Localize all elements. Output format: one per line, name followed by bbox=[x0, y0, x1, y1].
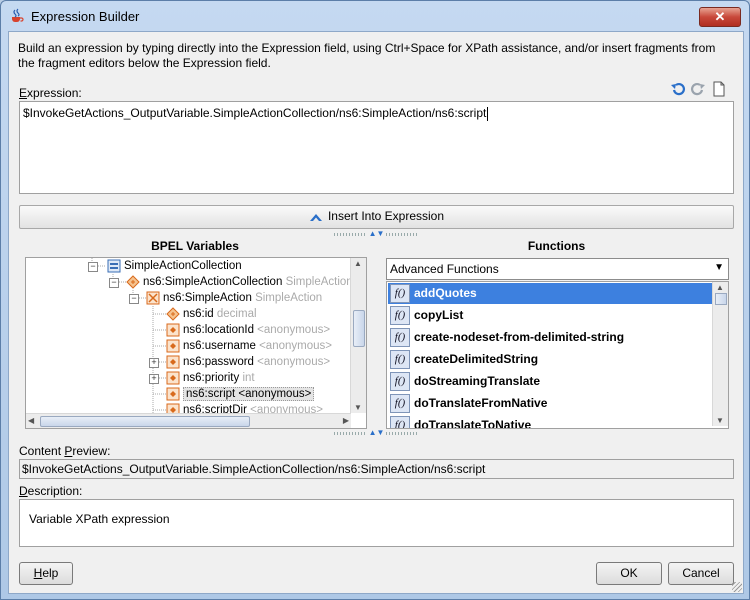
expression-field[interactable]: $InvokeGetActions_OutputVariable.SimpleA… bbox=[19, 101, 734, 194]
undo-icon[interactable] bbox=[670, 81, 686, 97]
attribute-icon bbox=[166, 355, 180, 369]
description-field: Variable XPath expression bbox=[19, 499, 734, 547]
function-icon: f() bbox=[390, 284, 410, 303]
variable-icon bbox=[107, 259, 121, 273]
scroll-up-icon[interactable]: ▲ bbox=[354, 259, 362, 268]
list-item[interactable]: f() doTranslateToNative bbox=[388, 415, 712, 428]
function-icon: f() bbox=[390, 394, 410, 413]
ok-button[interactable]: OK bbox=[596, 562, 662, 585]
chevron-down-icon: ▼ bbox=[714, 262, 724, 273]
close-icon: ✕ bbox=[714, 9, 726, 24]
title-bar[interactable]: Expression Builder ✕ bbox=[1, 1, 749, 31]
tree-node[interactable]: ns6:id decimal bbox=[166, 306, 257, 322]
top-splitter[interactable]: ▲▼ bbox=[334, 230, 419, 238]
tree-node[interactable]: ns6:priority int bbox=[166, 370, 255, 386]
scroll-right-icon[interactable]: ▶ bbox=[343, 416, 349, 425]
element-icon bbox=[166, 307, 180, 321]
tree-node[interactable]: ns6:password <anonymous> bbox=[166, 354, 330, 370]
help-button[interactable]: Help bbox=[19, 562, 73, 585]
insert-into-expression-button[interactable]: Insert Into Expression bbox=[19, 205, 734, 229]
scroll-thumb[interactable] bbox=[353, 310, 365, 347]
scroll-down-icon[interactable]: ▼ bbox=[354, 403, 362, 412]
functions-scrollbar[interactable]: ▲ ▼ bbox=[712, 282, 728, 426]
redo-icon[interactable] bbox=[690, 81, 706, 97]
list-item[interactable]: f() doTranslateFromNative bbox=[388, 393, 712, 414]
resize-grip[interactable] bbox=[732, 582, 742, 592]
list-item-selected[interactable]: f() addQuotes bbox=[388, 283, 712, 304]
list-item[interactable]: f() create-nodeset-from-delimited-string bbox=[388, 327, 712, 348]
tree-node[interactable]: ns6:SimpleAction SimpleAction bbox=[146, 290, 322, 306]
function-icon: f() bbox=[390, 416, 410, 428]
tree-horizontal-scrollbar[interactable]: ◀ ▶ bbox=[26, 413, 351, 428]
cancel-button[interactable]: Cancel bbox=[668, 562, 734, 585]
clear-document-icon[interactable] bbox=[711, 81, 727, 97]
tree-collapse-toggle[interactable]: − bbox=[88, 262, 98, 272]
attribute-icon bbox=[166, 323, 180, 337]
function-icon: f() bbox=[390, 328, 410, 347]
bpel-variables-title: BPEL Variables bbox=[151, 239, 239, 253]
element-icon bbox=[126, 275, 140, 289]
scroll-thumb[interactable] bbox=[715, 293, 727, 305]
tree-node[interactable]: ns6:locationId <anonymous> bbox=[166, 322, 330, 338]
list-item[interactable]: f() createDelimitedString bbox=[388, 349, 712, 370]
tree-collapse-toggle[interactable]: − bbox=[129, 294, 139, 304]
java-cup-icon bbox=[12, 8, 24, 22]
description-label: Description: bbox=[19, 484, 83, 498]
scroll-up-icon[interactable]: ▲ bbox=[716, 283, 724, 292]
expression-label: Expression: bbox=[19, 86, 82, 100]
tree-expand-toggle[interactable]: + bbox=[149, 374, 159, 384]
dialog-body: Build an expression by typing directly i… bbox=[8, 31, 744, 594]
tree-node-selected[interactable]: ns6:script <anonymous> bbox=[166, 386, 315, 402]
function-category-select[interactable]: Advanced Functions ▼ bbox=[386, 258, 729, 280]
expression-value: $InvokeGetActions_OutputVariable.SimpleA… bbox=[23, 106, 487, 120]
complex-type-icon bbox=[146, 291, 160, 305]
chevron-up-icon bbox=[309, 213, 322, 221]
bpel-variables-tree[interactable]: − SimpleActionCollection − ns6:SimpleAct… bbox=[25, 257, 367, 429]
intro-text: Build an expression by typing directly i… bbox=[18, 41, 716, 70]
content-preview-label: Content Preview: bbox=[19, 444, 111, 458]
function-icon: f() bbox=[390, 306, 410, 325]
attribute-icon bbox=[166, 387, 180, 401]
list-item[interactable]: f() copyList bbox=[388, 305, 712, 326]
tree-expand-toggle[interactable]: + bbox=[149, 358, 159, 368]
tree-node[interactable]: ns6:username <anonymous> bbox=[166, 338, 332, 354]
attribute-icon bbox=[166, 371, 180, 385]
scroll-down-icon[interactable]: ▼ bbox=[716, 416, 724, 425]
tree-node[interactable]: SimpleActionCollection bbox=[107, 258, 242, 274]
content-preview-field: $InvokeGetActions_OutputVariable.SimpleA… bbox=[19, 459, 734, 479]
functions-list[interactable]: f() addQuotes f() copyList f() create-nodes… bbox=[386, 281, 729, 429]
scroll-thumb[interactable] bbox=[40, 416, 250, 427]
close-button[interactable]: ✕ bbox=[699, 7, 741, 27]
function-icon: f() bbox=[390, 350, 410, 369]
list-item[interactable]: f() doStreamingTranslate bbox=[388, 371, 712, 392]
scroll-left-icon[interactable]: ◀ bbox=[28, 416, 34, 425]
tree-vertical-scrollbar[interactable]: ▲ ▼ bbox=[350, 258, 366, 413]
attribute-icon bbox=[166, 339, 180, 353]
window-title: Expression Builder bbox=[31, 9, 140, 24]
tree-node[interactable]: ns6:SimpleActionCollection SimpleActionC… bbox=[126, 274, 366, 290]
bottom-splitter[interactable]: ▲▼ bbox=[334, 429, 419, 437]
function-icon: f() bbox=[390, 372, 410, 391]
functions-title: Functions bbox=[527, 239, 586, 253]
tree-collapse-toggle[interactable]: − bbox=[109, 278, 119, 288]
expression-builder-window: Expression Builder ✕ Build an expression… bbox=[0, 0, 750, 600]
